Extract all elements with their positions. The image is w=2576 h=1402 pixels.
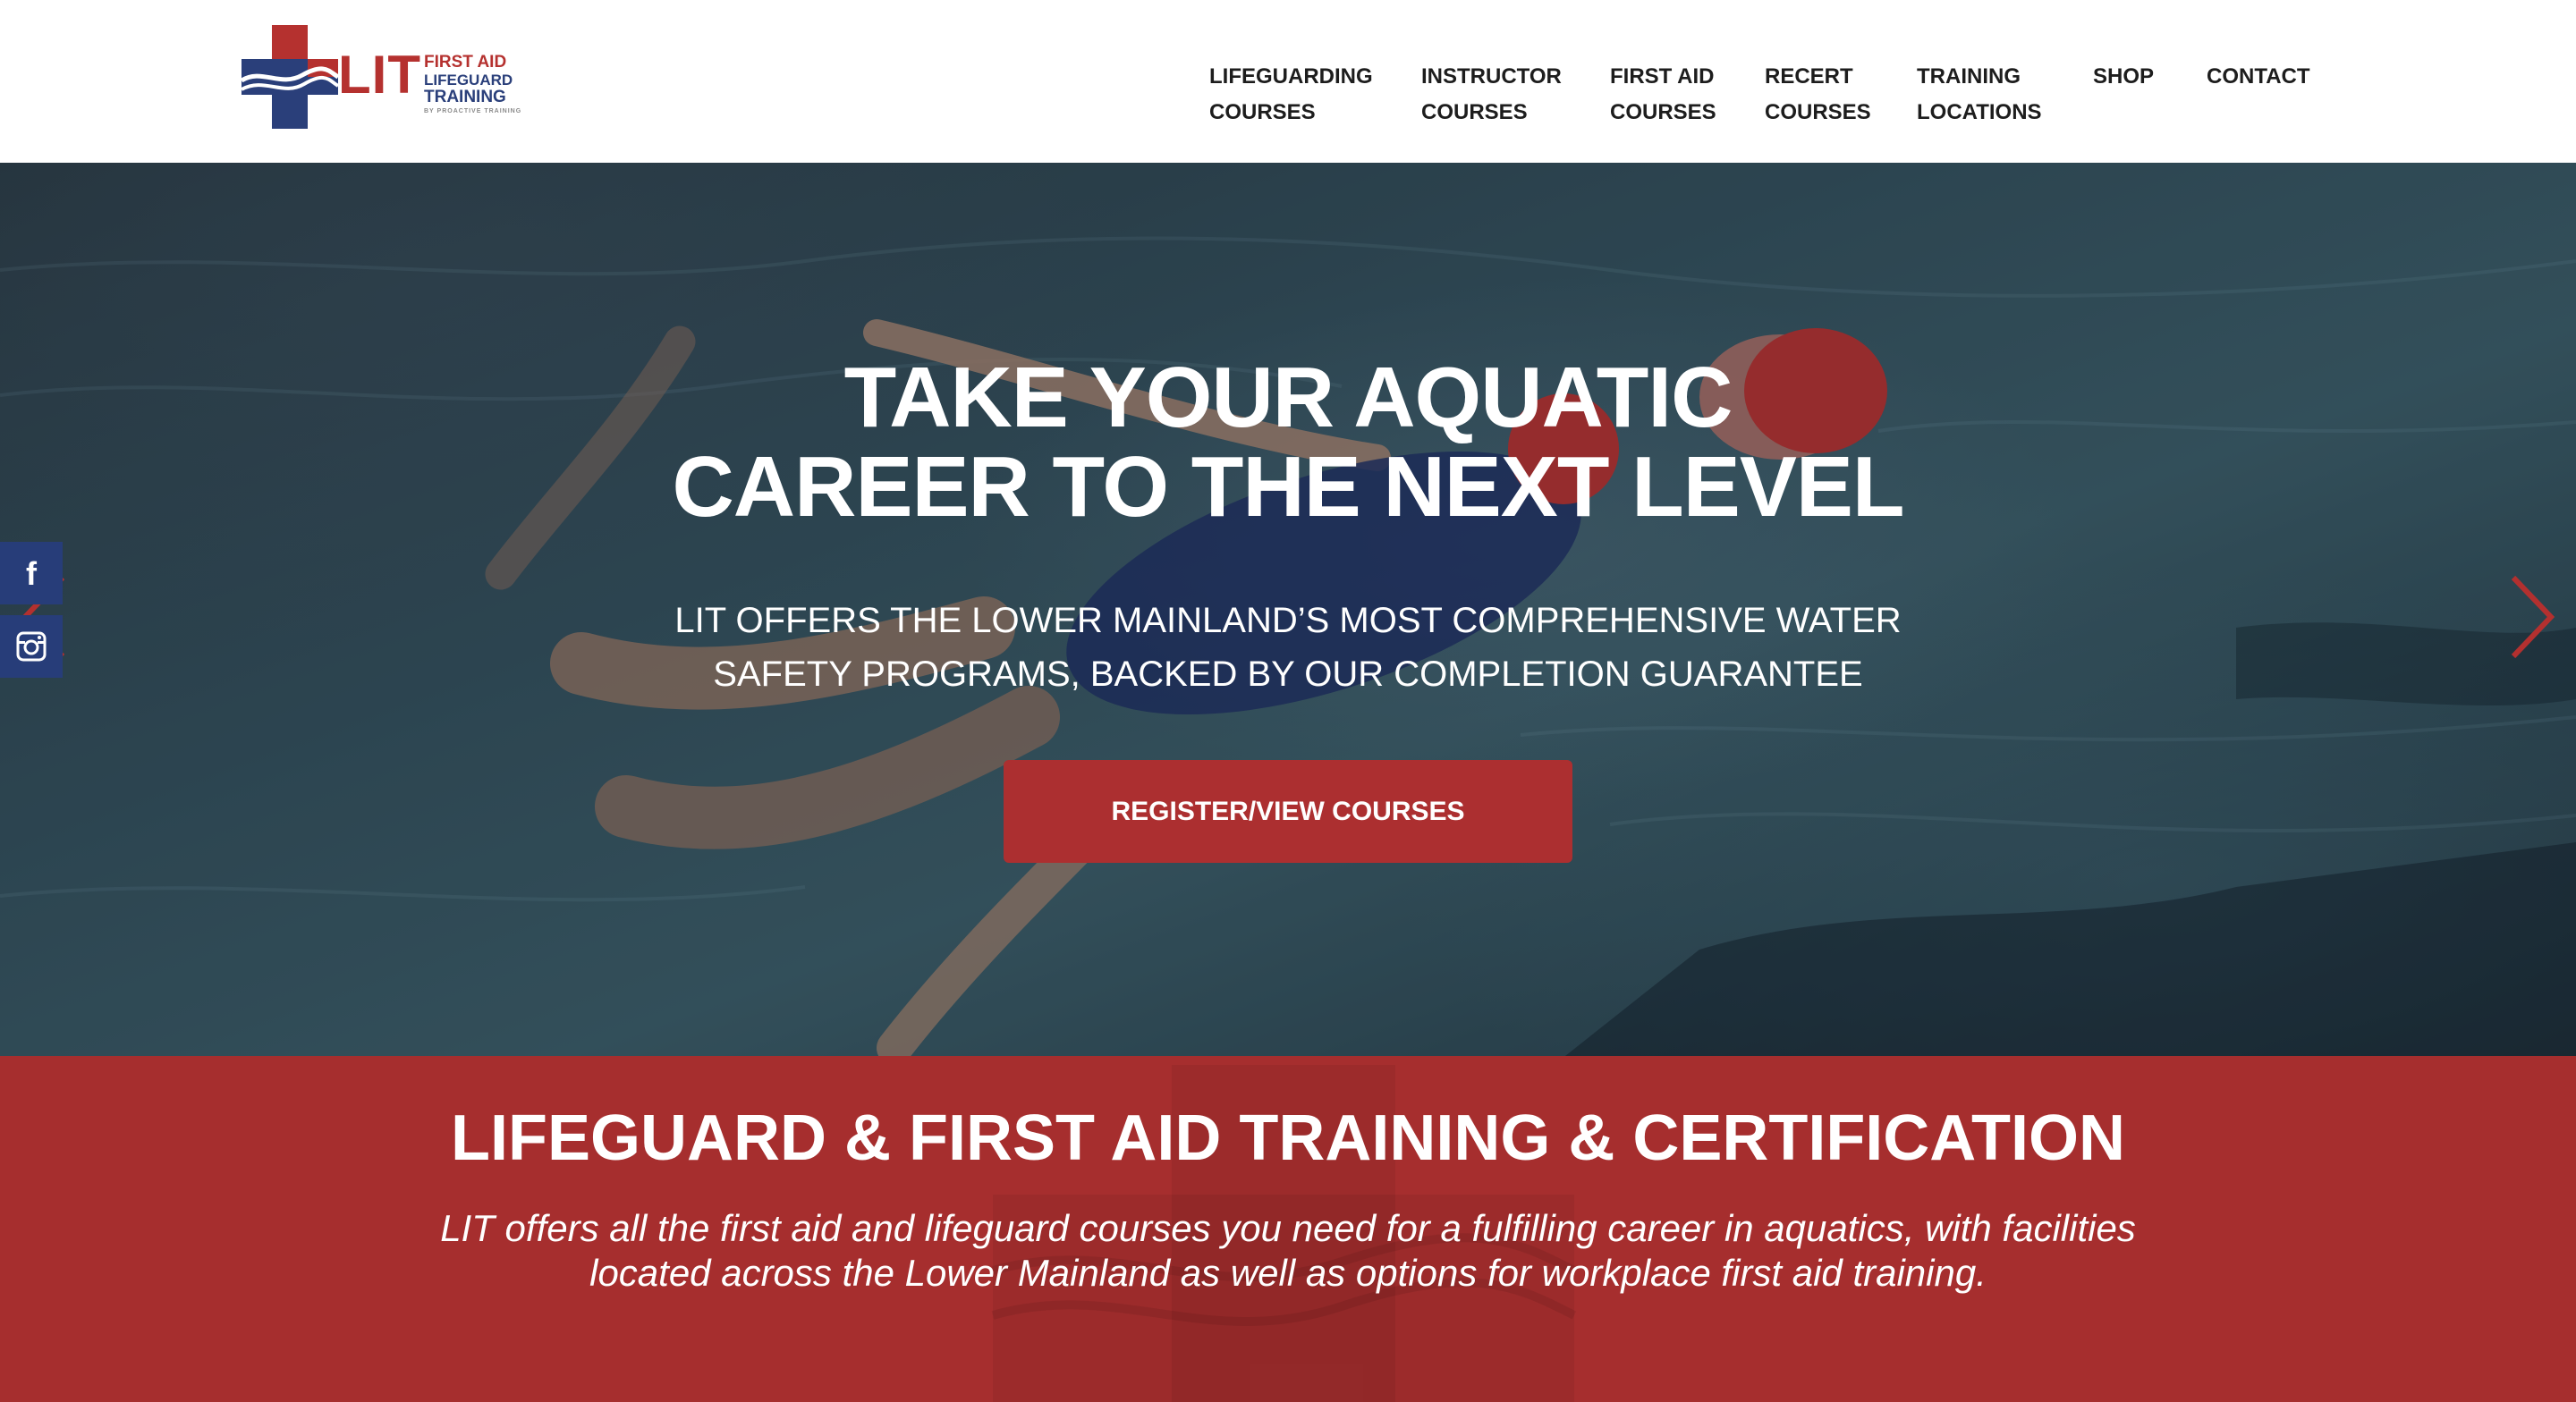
hero-subtitle: LIT OFFERS THE LOWER MAINLAND’S MOST COM… [0,594,2576,701]
nav-shop[interactable]: SHOP [2093,59,2154,95]
logo-lit-text: LIT [338,45,421,105]
nav-label-line2: COURSES [1610,100,1716,124]
logo-training: TRAINING [424,88,506,106]
section-description: LIT offers all the first aid and lifegua… [0,1206,2576,1296]
nav-label-line2: COURSES [1765,100,1871,124]
nav-label-line1: FIRST AID [1610,64,1715,89]
nav-contact[interactable]: CONTACT [2207,59,2310,95]
hero-subtitle-line2: SAFETY PROGRAMS, BACKED BY OUR COMPLETIO… [713,655,1863,694]
nav-label-line2: LOCATIONS [1917,100,2042,124]
section-description-line2: located across the Lower Mainland as wel… [589,1252,1987,1294]
intro-band: LIFEGUARD & FIRST AID TRAINING & CERTIFI… [0,1056,2576,1402]
svg-text:f: f [26,557,38,589]
facebook-link[interactable]: f [0,542,63,604]
nav-label-line1: RECERT [1765,64,1853,89]
nav-recert-courses[interactable]: RECERT COURSES [1765,59,1871,131]
facebook-icon: f [26,557,38,589]
nav-label-line1: SHOP [2093,64,2155,89]
site-logo[interactable]: LIT FIRST AID LIFEGUARD TRAINING BY PROA… [240,21,522,132]
nav-label-line1: CONTACT [2207,64,2310,89]
nav-training-locations[interactable]: TRAINING LOCATIONS [1917,59,2042,131]
register-view-courses-button[interactable]: REGISTER/VIEW COURSES [1004,760,1572,863]
section-title: LIFEGUARD & FIRST AID TRAINING & CERTIFI… [451,1102,2125,1174]
hero-title: TAKE YOUR AQUATIC CAREER TO THE NEXT LEV… [0,353,2576,532]
chevron-right-icon [2511,575,2555,659]
hero-subtitle-line1: LIT OFFERS THE LOWER MAINLAND’S MOST COM… [674,601,1902,640]
nav-instructor-courses[interactable]: INSTRUCTOR COURSES [1421,59,1562,131]
section-description-line1: LIT offers all the first aid and lifegua… [440,1207,2136,1249]
logo-tagline: BY PROACTIVE TRAINING [424,108,522,114]
nav-lifeguarding-courses[interactable]: LIFEGUARDING COURSES [1209,59,1373,131]
logo-first-aid: FIRST AID [424,53,507,72]
slider-next-button[interactable] [2504,572,2558,662]
instagram-link[interactable] [0,615,63,678]
nav-label-line1: INSTRUCTOR [1421,64,1562,89]
nav-label-line1: LIFEGUARDING [1209,64,1373,89]
nav-label-line2: COURSES [1421,100,1528,124]
logo-lifeguard: LIFEGUARD [424,72,513,89]
hero-title-line2: CAREER TO THE NEXT LEVEL [672,439,1904,535]
nav-first-aid-courses[interactable]: FIRST AID COURSES [1610,59,1716,131]
cross-logo-icon [240,25,338,129]
nav-label-line2: COURSES [1209,100,1316,124]
nav-label-line1: TRAINING [1917,64,2021,89]
hero-slider: TAKE YOUR AQUATIC CAREER TO THE NEXT LEV… [0,163,2576,1056]
hero-title-line1: TAKE YOUR AQUATIC [843,350,1733,445]
site-header: LIT FIRST AID LIFEGUARD TRAINING BY PROA… [0,0,2576,163]
instagram-icon [16,631,47,662]
